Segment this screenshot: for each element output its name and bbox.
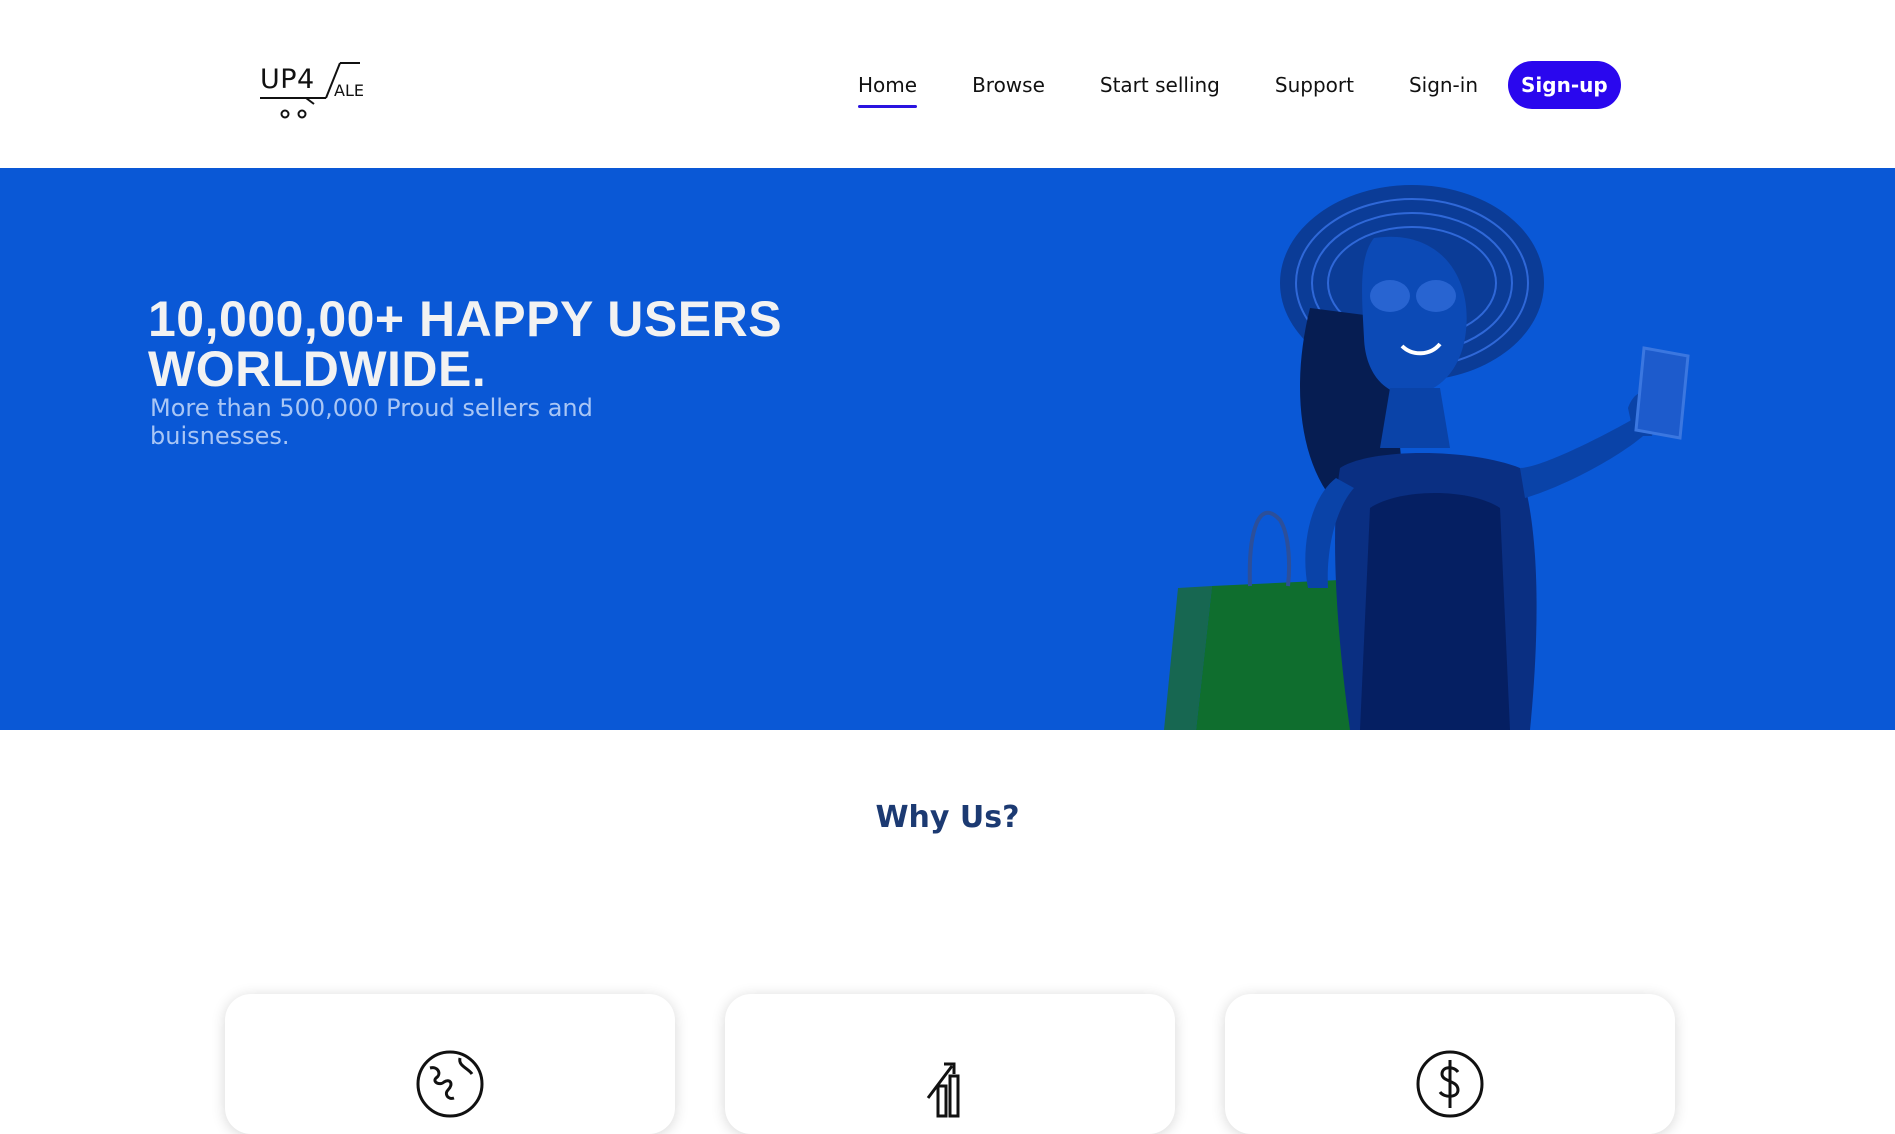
why-us-card-1 <box>225 994 675 1134</box>
hero-banner: 10,000,00+ HAPPY USERS WORLDWIDE. More t… <box>0 168 1895 730</box>
growth-chart-icon <box>914 1048 986 1125</box>
why-us-card-2 <box>725 994 1175 1134</box>
nav-sign-in[interactable]: Sign-in <box>1409 60 1478 110</box>
site-header: UP4 ALE Home Browse Start selling Suppor… <box>0 0 1895 168</box>
why-us-heading: Why Us? <box>875 800 1020 835</box>
up4sale-logo[interactable]: UP4 ALE <box>258 58 374 124</box>
nav-support[interactable]: Support <box>1275 60 1354 110</box>
main-nav: Home Browse Start selling Support Sign-i… <box>858 60 1621 110</box>
globe-icon <box>414 1048 486 1125</box>
hero-title-line-2: WORLDWIDE. <box>148 341 487 397</box>
nav-start-selling[interactable]: Start selling <box>1100 60 1220 110</box>
logo-wordmark: UP4 <box>260 64 315 95</box>
nav-browse[interactable]: Browse <box>972 60 1045 110</box>
dollar-coin-icon <box>1414 1048 1486 1125</box>
sign-up-button[interactable]: Sign-up <box>1508 61 1621 109</box>
hero-title: 10,000,00+ HAPPY USERS WORLDWIDE. <box>148 294 868 394</box>
logo-wordmark-suffix: ALE <box>334 81 364 100</box>
hero-subtitle: More than 500,000 Proud sellers and buis… <box>150 394 593 450</box>
hero-shopper-image <box>1164 185 1690 730</box>
hero-title-line-1: 10,000,00+ HAPPY USERS <box>148 291 783 347</box>
nav-home[interactable]: Home <box>858 60 918 110</box>
why-us-card-3 <box>1225 994 1675 1134</box>
